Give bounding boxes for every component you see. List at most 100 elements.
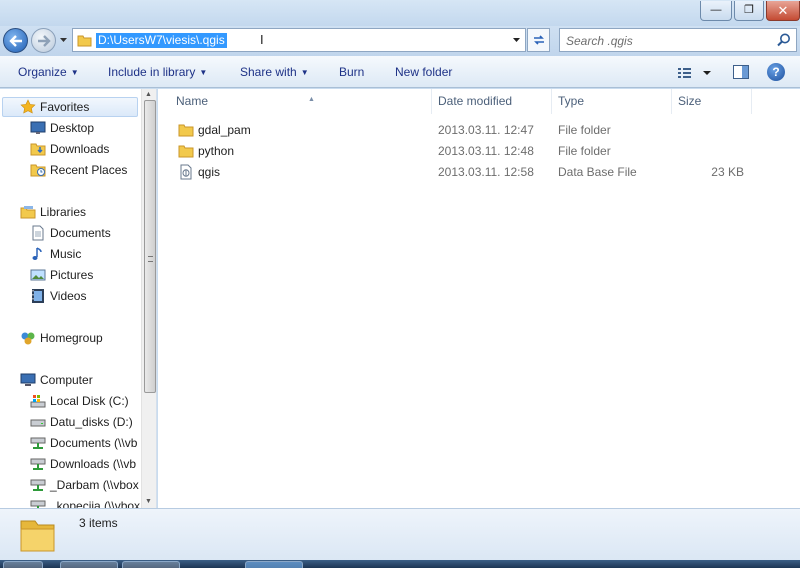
sidebar-label: Downloads (\\vb <box>50 457 137 471</box>
sidebar-label: Libraries <box>40 205 87 219</box>
maximize-button[interactable]: ❐ <box>734 1 764 21</box>
sort-ascending-icon: ▲ <box>308 96 315 103</box>
recent-places-icon <box>30 164 46 177</box>
table-row[interactable]: gdal_pam 2013.03.11. 12:47 File folder <box>172 120 792 140</box>
file-date: 2013.03.11. 12:58 <box>438 165 534 179</box>
column-label: Date modified <box>438 94 513 108</box>
taskbar <box>0 560 800 568</box>
address-dropdown-icon[interactable] <box>512 35 521 44</box>
title-bar: — ❐ ✕ <box>0 0 800 26</box>
scroll-down-icon[interactable]: ▼ <box>145 498 152 505</box>
scroll-up-icon[interactable]: ▲ <box>145 91 152 98</box>
sidebar-label: Local Disk (C:) <box>50 394 129 408</box>
restore-icon: ❐ <box>744 4 754 16</box>
burn-button[interactable]: Burn <box>339 65 364 79</box>
forward-button[interactable] <box>31 28 56 53</box>
table-row[interactable]: qgis 2013.03.11. 12:58 Data Base File 23… <box>172 162 792 182</box>
taskbar-button[interactable] <box>60 561 118 568</box>
sidebar-label: _Darbam (\\vbox <box>50 478 139 492</box>
sidebar-label: Music <box>50 247 82 261</box>
libraries-icon <box>20 206 36 219</box>
include-in-library-label: Include in library <box>108 65 196 79</box>
refresh-icon <box>533 35 544 45</box>
sidebar-label: Favorites <box>40 100 90 114</box>
column-header-name[interactable]: Name ▲ <box>170 89 432 114</box>
sidebar-label: Documents <box>50 226 111 240</box>
share-with-button[interactable]: Share with ▼ <box>240 65 309 79</box>
details-pane: 3 items <box>0 508 800 560</box>
folder-icon <box>178 145 194 158</box>
file-name: gdal_pam <box>198 123 251 137</box>
item-count: 3 items <box>79 516 118 530</box>
sidebar-label: Documents (\\vb <box>50 436 138 450</box>
sidebar-label: Homegroup <box>40 331 103 345</box>
close-button[interactable]: ✕ <box>766 1 800 21</box>
file-size: 23 KB <box>711 165 744 179</box>
sidebar-label: _kopecija (\\vbox <box>50 499 141 508</box>
recent-pages-dropdown[interactable] <box>59 35 68 44</box>
pictures-icon <box>30 269 46 281</box>
change-view-icon[interactable] <box>677 65 717 81</box>
sidebar-item-local-disk[interactable]: Local Disk (C:) <box>30 391 129 411</box>
sidebar-item-computer[interactable]: Computer <box>20 370 93 390</box>
sidebar-item-videos[interactable]: Videos <box>30 286 86 306</box>
network-drive-icon <box>30 500 46 508</box>
sidebar-item-libraries[interactable]: Libraries <box>20 202 86 222</box>
search-input[interactable]: Search .qgis <box>566 34 633 48</box>
sidebar-label: Downloads <box>50 142 110 156</box>
sidebar-scrollbar[interactable]: ▲ ▼ <box>141 89 156 508</box>
refresh-button[interactable] <box>527 28 550 52</box>
videos-icon <box>32 289 44 303</box>
network-drive-icon <box>30 458 46 470</box>
sidebar-item-network-darbam[interactable]: _Darbam (\\vbox <box>30 475 139 495</box>
search-box[interactable]: Search .qgis <box>559 28 797 52</box>
sidebar-item-recent-places[interactable]: Recent Places <box>30 160 127 180</box>
file-type: File folder <box>558 144 611 158</box>
file-name: qgis <box>198 165 221 179</box>
sidebar-label: Recent Places <box>50 163 128 177</box>
network-drive-icon <box>30 479 46 491</box>
homegroup-icon <box>21 332 35 345</box>
taskbar-button[interactable] <box>3 561 43 568</box>
new-folder-button[interactable]: New folder <box>395 65 452 79</box>
computer-icon <box>20 373 36 386</box>
file-type: File folder <box>558 123 611 137</box>
sidebar-item-network-documents[interactable]: Documents (\\vb <box>30 433 137 453</box>
folder-icon <box>20 520 55 552</box>
table-row[interactable]: python 2013.03.11. 12:48 File folder <box>172 141 792 161</box>
sidebar-item-music[interactable]: Music <box>30 244 81 264</box>
column-header-size[interactable]: Size <box>672 89 752 114</box>
taskbar-button-active[interactable] <box>245 561 303 568</box>
minimize-button[interactable]: — <box>700 1 732 21</box>
address-bar[interactable]: D:\UsersW7\viesis\.qgis I <box>72 28 526 52</box>
star-icon <box>20 99 36 114</box>
chevron-down-icon: ▼ <box>70 68 79 77</box>
back-button[interactable] <box>3 28 28 53</box>
address-path[interactable]: D:\UsersW7\viesis\.qgis <box>96 33 227 48</box>
organize-button[interactable]: Organize ▼ <box>18 65 79 79</box>
taskbar-button[interactable] <box>122 561 180 568</box>
column-header-type[interactable]: Type <box>552 89 672 114</box>
share-with-label: Share with <box>240 65 297 79</box>
column-label: Size <box>678 94 702 108</box>
search-icon[interactable] <box>776 32 792 48</box>
folder-icon <box>77 35 92 47</box>
help-icon[interactable]: ? <box>767 63 785 81</box>
column-header-date-modified[interactable]: Date modified <box>432 89 552 114</box>
preview-pane-button[interactable] <box>733 65 749 79</box>
sidebar-item-network-kopecija[interactable]: _kopecija (\\vbox <box>30 496 140 508</box>
sidebar-item-favorites[interactable]: Favorites <box>2 97 138 117</box>
sidebar-item-downloads[interactable]: Downloads <box>30 139 109 159</box>
back-arrow-icon <box>8 34 22 47</box>
command-bar: Organize ▼ Include in library ▼ Share with… <box>0 56 800 88</box>
sidebar-item-desktop[interactable]: Desktop <box>30 118 94 138</box>
sidebar-item-network-downloads[interactable]: Downloads (\\vb <box>30 454 136 474</box>
chevron-down-icon: ▼ <box>300 68 309 77</box>
sidebar-item-documents[interactable]: Documents <box>30 223 111 243</box>
sidebar-item-pictures[interactable]: Pictures <box>30 265 93 285</box>
include-in-library-button[interactable]: Include in library ▼ <box>108 65 207 79</box>
sidebar-item-homegroup[interactable]: Homegroup <box>20 328 103 348</box>
scrollbar-thumb[interactable] <box>144 100 156 393</box>
organize-label: Organize <box>18 65 67 79</box>
sidebar-item-datu-disks[interactable]: Datu_disks (D:) <box>30 412 133 432</box>
